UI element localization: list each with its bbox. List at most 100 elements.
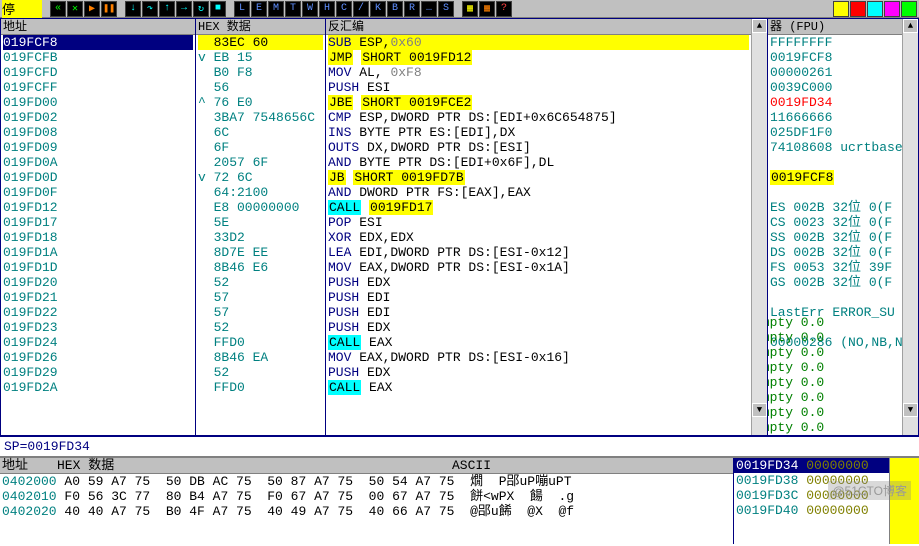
hex-cell[interactable]: 3BA7 7548656C [198,110,323,125]
calc-icon[interactable]: ▦ [462,1,478,17]
disassembly-cell[interactable]: PUSH EDX [328,320,749,335]
step-out-icon[interactable]: ↑ [159,1,175,17]
disassembly-cell[interactable]: PUSH ESI [328,80,749,95]
tool-y-icon[interactable] [833,1,849,17]
tool-c-icon[interactable] [867,1,883,17]
address-cell[interactable]: 019FD08 [3,125,193,140]
window-r-icon[interactable]: R [404,1,420,17]
address-cell[interactable]: 019FD23 [3,320,193,335]
hex-cell[interactable]: 52 [198,365,323,380]
hex-cell[interactable]: 8B46 E6 [198,260,323,275]
disassembly-cell[interactable]: PUSH EDX [328,365,749,380]
hex-cell[interactable]: 6C [198,125,323,140]
address-cell[interactable]: 019FD22 [3,305,193,320]
address-cell[interactable]: 019FCFF [3,80,193,95]
window-ellipsis-icon[interactable]: … [421,1,437,17]
disassembly-cell[interactable]: LEA EDI,DWORD PTR DS:[ESI-0x12] [328,245,749,260]
hex-cell[interactable]: 52 [198,275,323,290]
run-to-icon[interactable]: → [176,1,192,17]
window-e-icon[interactable]: E [251,1,267,17]
close-icon[interactable]: ✕ [67,1,83,17]
dump-row[interactable]: 0402000 A0 59 A7 75 50 DB AC 75 50 87 A7… [2,474,731,489]
window-h-icon[interactable]: H [319,1,335,17]
disassembly-cell[interactable]: PUSH EDI [328,290,749,305]
hex-cell[interactable]: 57 [198,290,323,305]
disassembly-cell[interactable]: AND BYTE PTR DS:[EDI+0x6F],DL [328,155,749,170]
disassembly-cell[interactable]: AND DWORD PTR FS:[EAX],EAX [328,185,749,200]
hex-cell[interactable]: 56 [198,80,323,95]
disassembly-cell[interactable]: MOV EAX,DWORD PTR DS:[ESI-0x1A] [328,260,749,275]
address-cell[interactable]: 019FD24 [3,335,193,350]
step-over-icon[interactable]: ↷ [142,1,158,17]
disassembly-cell[interactable]: MOV AL, 0xF8 [328,65,749,80]
hex-cell[interactable]: v 72 6C [198,170,323,185]
disassembly-cell[interactable]: POP ESI [328,215,749,230]
hex-cell[interactable]: 2057 6F [198,155,323,170]
disassembly-cell[interactable]: OUTS DX,DWORD PTR DS:[ESI] [328,140,749,155]
pause-button[interactable]: 停 [2,0,42,18]
hex-cell[interactable]: B0 F8 [198,65,323,80]
hex-cell[interactable]: 64:2100 [198,185,323,200]
hex-cell[interactable]: 8B46 EA [198,350,323,365]
disassembly-cell[interactable]: CMP ESP,DWORD PTR DS:[EDI+0x6C654875] [328,110,749,125]
disassembly-cell[interactable]: JBE SHORT 0019FCE2 [328,95,749,110]
play-icon[interactable]: ▶ [84,1,100,17]
disassembly-cell[interactable]: JMP SHORT 0019FD12 [328,50,749,65]
window-slash-icon[interactable]: / [353,1,369,17]
disassembly-cell[interactable]: CALL 0019FD17 [328,200,749,215]
hex-cell[interactable]: 52 [198,320,323,335]
window-t-icon[interactable]: T [285,1,301,17]
address-cell[interactable]: 019FD1A [3,245,193,260]
registers-scrollbar[interactable]: ▲ ▼ [902,19,918,435]
window-m-icon[interactable]: M [268,1,284,17]
address-cell[interactable]: 019FD20 [3,275,193,290]
address-cell[interactable]: 019FD0F [3,185,193,200]
disassembly-cell[interactable]: SUB ESP,0x60 [328,35,749,50]
address-cell[interactable]: 019FCFB [3,50,193,65]
scroll-up-icon[interactable]: ▲ [752,19,767,33]
window-k-icon[interactable]: K [370,1,386,17]
address-cell[interactable]: 019FD0D [3,170,193,185]
disassembly-cell[interactable]: JB SHORT 0019FD7B [328,170,749,185]
address-cell[interactable]: 019FD12 [3,200,193,215]
address-cell[interactable]: 019FD21 [3,290,193,305]
address-cell[interactable]: 019FD2A [3,380,193,395]
hex-cell[interactable]: ^ 76 E0 [198,95,323,110]
hex-cell[interactable]: E8 00000000 [198,200,323,215]
hex-cell[interactable]: FFD0 [198,335,323,350]
scroll-up-icon[interactable]: ▲ [903,19,918,33]
hex-cell[interactable]: FFD0 [198,380,323,395]
address-cell[interactable]: 019FCF8 [3,35,193,50]
address-cell[interactable]: 019FD1D [3,260,193,275]
window-c-icon[interactable]: C [336,1,352,17]
address-cell[interactable]: 019FD02 [3,110,193,125]
step-into-icon[interactable]: ↓ [125,1,141,17]
disassembly-cell[interactable]: CALL EAX [328,380,749,395]
dump-row[interactable]: 0402010 F0 56 3C 77 80 B4 A7 75 F0 67 A7… [2,489,731,504]
disassembly-cell[interactable]: INS BYTE PTR ES:[EDI],DX [328,125,749,140]
hex-cell[interactable]: 5E [198,215,323,230]
disassembly-scrollbar[interactable]: ▲ ▼ [751,19,767,435]
window-b-icon[interactable]: B [387,1,403,17]
dump-row[interactable]: 0402020 40 40 A7 75 B0 4F A7 75 40 49 A7… [2,504,731,519]
calc2-icon[interactable]: ▦ [479,1,495,17]
disassembly-cell[interactable]: XOR EDX,EDX [328,230,749,245]
address-cell[interactable]: 019FD17 [3,215,193,230]
address-cell[interactable]: 019FD29 [3,365,193,380]
tool-r-icon[interactable] [850,1,866,17]
rewind-icon[interactable]: « [50,1,66,17]
window-w-icon[interactable]: W [302,1,318,17]
window-s-icon[interactable]: S [438,1,454,17]
scroll-down-icon[interactable]: ▼ [903,403,918,417]
hex-cell[interactable]: 6F [198,140,323,155]
address-cell[interactable]: 019FD26 [3,350,193,365]
address-cell[interactable]: 019FD0A [3,155,193,170]
stack-row[interactable]: 0019FD40 00000000 [734,503,889,518]
hex-cell[interactable]: v EB 15 [198,50,323,65]
address-cell[interactable]: 019FCFD [3,65,193,80]
pause-icon[interactable]: ❚❚ [101,1,117,17]
disassembly-cell[interactable]: MOV EAX,DWORD PTR DS:[ESI-0x16] [328,350,749,365]
tool-g-icon[interactable] [901,1,917,17]
window-l-icon[interactable]: L [234,1,250,17]
hex-cell[interactable]: 57 [198,305,323,320]
